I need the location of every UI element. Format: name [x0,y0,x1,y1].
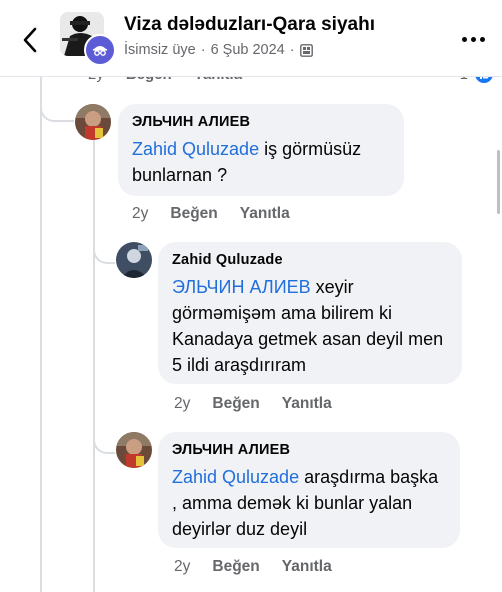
like-button[interactable]: Beğen [212,395,259,413]
more-options-button[interactable] [456,28,490,50]
mention-link[interactable]: ЭЛЬЧИН АЛИЕВ [172,277,311,297]
group-avatar[interactable] [60,12,116,66]
like-button[interactable]: Beğen [170,205,217,223]
thread-connector [93,238,115,264]
reply-button[interactable]: Yanıtla [282,395,332,413]
comment-author[interactable]: ЭЛЬЧИН АЛИЕВ [172,442,446,458]
reply-button[interactable]: Yanıtla [240,205,290,223]
comment-time[interactable]: 2y [132,205,148,223]
post-header: Viza dələduzları-Qara siyahı İsimsiz üye… [0,0,502,77]
comment-bubble: ЭЛЬЧИН АЛИЕВ Zahid Quluzade iş görmüsüz … [118,104,404,196]
back-arrow-icon [23,27,37,53]
avatar[interactable] [116,242,152,278]
scrollbar[interactable] [497,150,500,214]
comment-bubble: Zahid Quluzade ЭЛЬЧИН АЛИЕВ xeyir görməm… [158,242,462,384]
post-author[interactable]: İsimsiz üye [124,42,196,58]
avatar[interactable] [75,104,111,140]
mention-link[interactable]: Zahid Quluzade [172,467,299,487]
comment-actions: 2y Beğen Yanıtla [174,395,332,413]
group-privacy-icon [299,43,313,57]
thread-line [40,76,42,592]
group-name[interactable]: Viza dələduzları-Qara siyahı [124,14,375,36]
avatar[interactable] [116,432,152,468]
comment-bubble: ЭЛЬЧИН АЛИЕВ Zahid Quluzade araşdırma ba… [158,432,460,548]
comment-time[interactable]: 2y [174,395,190,413]
thread-line [93,140,95,592]
comment-author[interactable]: Zahid Quluzade [172,252,448,268]
more-icon [461,36,485,42]
comment-actions: 2y Beğen Yanıtla [132,205,290,223]
reply-button[interactable]: Yanıtla [282,558,332,576]
comment-text: Zahid Quluzade araşdırma başka , amma de… [172,464,446,542]
back-button[interactable] [16,22,44,58]
post-date[interactable]: 6 Şub 2024 [211,42,285,58]
comment-author[interactable]: ЭЛЬЧИН АЛИЕВ [132,114,390,130]
thread-connector [93,428,115,454]
post-meta: İsimsiz üye · 6 Şub 2024 · [124,42,313,58]
like-button[interactable]: Beğen [212,558,259,576]
anonymous-icon [84,34,116,66]
comment-time[interactable]: 2y [174,558,190,576]
meta-separator: · [200,42,206,58]
comment-actions: 2y Beğen Yanıtla [174,558,332,576]
thread-connector [40,96,74,122]
comment-text: Zahid Quluzade iş görmüsüz bunlarnan ? [132,136,390,188]
comment-text: ЭЛЬЧИН АЛИЕВ xeyir görməmişəm ama bilire… [172,274,448,378]
mention-link[interactable]: Zahid Quluzade [132,139,259,159]
meta-separator: · [289,42,295,58]
